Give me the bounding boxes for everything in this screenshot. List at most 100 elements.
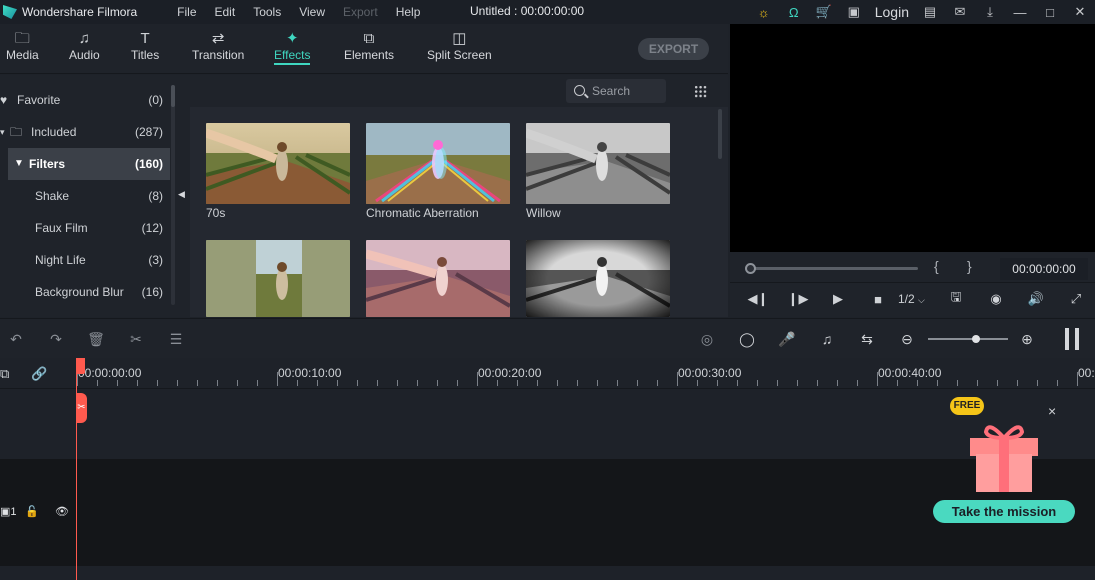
- sidebar-item-background-blur[interactable]: Background Blur (16): [0, 276, 170, 308]
- sidebar-item-shake[interactable]: Shake (8): [0, 180, 170, 212]
- add-track-icon[interactable]: ⧉: [0, 366, 9, 382]
- headset-icon[interactable]: Ω: [779, 0, 809, 24]
- undo-icon[interactable]: ↶: [6, 330, 26, 348]
- free-badge: FREE: [950, 397, 984, 415]
- volume-icon[interactable]: 🔊: [1023, 288, 1049, 310]
- ruler-tick: [177, 380, 178, 386]
- timeline-zoom-handle[interactable]: [972, 335, 980, 343]
- effect-thumbnail-bw-grain[interactable]: [526, 240, 670, 317]
- mark-out-button[interactable]: }: [967, 258, 972, 274]
- save-icon[interactable]: ▤: [915, 0, 945, 24]
- menu-view[interactable]: View: [299, 5, 325, 19]
- menu-export: Export: [343, 5, 378, 19]
- lightbulb-icon[interactable]: ☼: [749, 0, 779, 24]
- scissors-icon[interactable]: ✂: [76, 393, 87, 423]
- timeline-ruler[interactable]: ⧉ 🔗 00:00:00:00 00:00:10:00 00:00:20:00 …: [0, 358, 1095, 388]
- effect-thumbnail-willow[interactable]: [526, 123, 670, 204]
- cut-icon[interactable]: ✂: [126, 330, 146, 348]
- login-button[interactable]: Login: [875, 4, 909, 20]
- sidebar-item-label: Faux Film: [35, 221, 88, 235]
- ruler-tick: [577, 380, 578, 386]
- gift-icon[interactable]: ▣: [839, 0, 869, 24]
- transition-icon: ⇄: [211, 30, 225, 47]
- effects-grid-scrollbar[interactable]: [718, 109, 722, 159]
- effect-label: Chromatic Aberration: [366, 206, 479, 220]
- tab-effects[interactable]: ✦ Effects: [274, 30, 311, 65]
- sidebar-scrollbar-thumb[interactable]: [171, 85, 175, 107]
- render-icon[interactable]: ◎: [697, 330, 717, 348]
- zoom-in-icon[interactable]: ⊕: [1017, 330, 1037, 348]
- preview-scrubber[interactable]: [750, 267, 918, 270]
- close-icon[interactable]: ✕: [1065, 0, 1095, 24]
- ruler-tick: [717, 380, 718, 386]
- tab-elements[interactable]: ⧉ Elements: [344, 30, 394, 62]
- sidebar-item-faux-film[interactable]: Faux Film (12): [0, 212, 170, 244]
- tab-titles[interactable]: T Titles: [131, 30, 159, 62]
- menu-tools[interactable]: Tools: [253, 5, 281, 19]
- playhead-handle[interactable]: [76, 358, 85, 374]
- lock-icon[interactable]: 🔓: [25, 505, 39, 518]
- sidebar-scrollbar[interactable]: [171, 85, 175, 305]
- delete-icon[interactable]: 🗑: [86, 330, 106, 348]
- effect-thumbnail-pink[interactable]: [366, 240, 510, 317]
- sidebar-item-filters[interactable]: ▼ Filters (160): [8, 148, 170, 180]
- sparkle-icon: ✦: [285, 30, 299, 47]
- sidebar-item-count: (287): [134, 125, 163, 139]
- sidebar-item-night-life[interactable]: Night Life (3): [0, 244, 170, 276]
- pause-icon[interactable]: [1065, 328, 1079, 350]
- tab-audio-label: Audio: [69, 48, 100, 62]
- play-reverse-icon[interactable]: ❙▶: [785, 288, 811, 310]
- link-icon[interactable]: 🔗: [31, 366, 47, 382]
- sidebar-item-favorite[interactable]: ♥ Favorite (0): [0, 84, 170, 116]
- collapse-sidebar-icon[interactable]: ◀: [178, 189, 185, 200]
- fullscreen-icon[interactable]: ⤢: [1063, 288, 1089, 310]
- video-track-area[interactable]: [0, 388, 1095, 459]
- menu-edit[interactable]: Edit: [215, 5, 236, 19]
- display-icon[interactable]: 🖫: [943, 288, 969, 310]
- minimize-icon[interactable]: —: [1005, 0, 1035, 24]
- snapshot-icon[interactable]: ◉: [983, 288, 1009, 310]
- grid-view-icon[interactable]: [694, 85, 707, 98]
- microphone-icon[interactable]: 🎤: [777, 330, 797, 348]
- fit-timeline-icon[interactable]: ⇆: [857, 330, 877, 348]
- redo-icon[interactable]: ↷: [46, 330, 66, 348]
- maximize-icon[interactable]: □: [1035, 0, 1065, 24]
- previous-frame-icon[interactable]: ◀❙: [745, 288, 771, 310]
- ruler-tick: [677, 372, 678, 386]
- preview-quality-value: 1/2: [898, 292, 915, 306]
- sidebar-item-count: (160): [134, 157, 163, 171]
- search-input[interactable]: Search: [566, 79, 666, 103]
- tab-split-screen[interactable]: ◫ Split Screen: [427, 30, 492, 62]
- cart-icon[interactable]: 🛒: [809, 0, 839, 24]
- tab-transition[interactable]: ⇄ Transition: [192, 30, 244, 62]
- mark-in-button[interactable]: {: [934, 258, 939, 274]
- zoom-out-icon[interactable]: ⊖: [897, 330, 917, 348]
- menu-help[interactable]: Help: [396, 5, 421, 19]
- effect-thumbnail-background-blur[interactable]: [206, 240, 350, 317]
- marker-icon[interactable]: ◯: [737, 330, 757, 348]
- play-icon[interactable]: ▶: [825, 288, 851, 310]
- take-mission-button[interactable]: Take the mission: [933, 500, 1075, 523]
- tab-media[interactable]: 🗀 Media: [6, 30, 39, 62]
- sidebar-item-count: (16): [141, 285, 163, 299]
- gift-box-icon[interactable]: [966, 418, 1042, 494]
- promo-close-icon[interactable]: ×: [1048, 403, 1056, 419]
- eye-icon[interactable]: 👁: [55, 505, 69, 518]
- preview-quality-select[interactable]: 1/2 ⌵: [898, 292, 925, 306]
- adjust-icon[interactable]: ☰: [166, 330, 186, 348]
- menu-file[interactable]: File: [177, 5, 196, 19]
- preview-scrubber-handle[interactable]: [745, 263, 756, 274]
- tab-titles-label: Titles: [131, 48, 160, 62]
- timeline-zoom-slider[interactable]: [928, 338, 1008, 340]
- audio-mixer-icon[interactable]: ♫: [817, 330, 837, 348]
- mail-icon[interactable]: ✉: [945, 0, 975, 24]
- effect-thumbnail-chromatic-aberration[interactable]: [366, 123, 510, 204]
- sidebar-item-count: (8): [148, 189, 163, 203]
- main-track-area[interactable]: [0, 459, 1095, 566]
- download-icon[interactable]: ⤓: [975, 0, 1005, 24]
- sidebar-item-included[interactable]: ▾ 🗀 Included (287): [0, 116, 170, 148]
- stop-icon[interactable]: ■: [865, 288, 891, 310]
- effect-thumbnail-70s[interactable]: [206, 123, 350, 204]
- ruler-tick: [917, 380, 918, 386]
- tab-audio[interactable]: ♫ Audio: [69, 30, 100, 62]
